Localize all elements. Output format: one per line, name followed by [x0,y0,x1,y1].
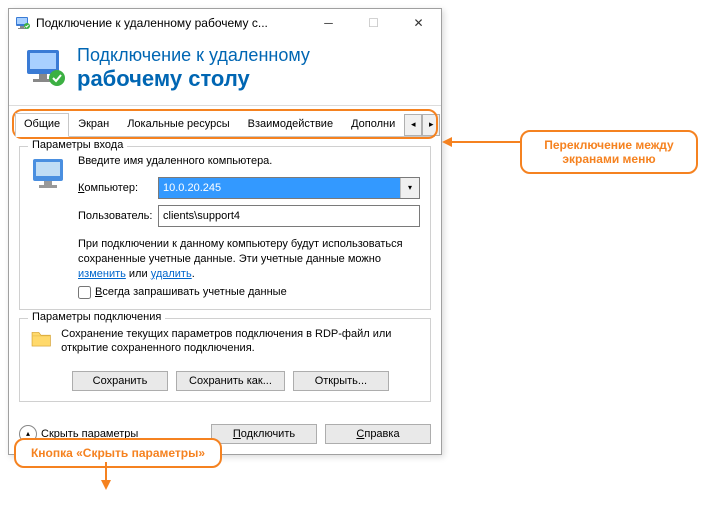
always-ask-label: Всегда запрашивать учетные данные [95,286,287,298]
save-as-button[interactable]: Сохранить как... [176,371,285,391]
connection-group: Параметры подключения Сохранение текущих… [19,318,431,402]
tab-experience[interactable]: Взаимодействие [239,113,342,137]
tabs-scroll-right[interactable]: ▸ [422,114,440,136]
titlebar: Подключение к удаленному рабочему с... ─… [9,9,441,37]
connection-text: Сохранение текущих параметров подключени… [61,327,420,357]
edit-creds-link[interactable]: изменить [78,268,126,280]
tab-content: Параметры входа Введите имя удаленного к… [9,137,441,418]
folder-icon [30,327,53,361]
save-button[interactable]: Сохранить [72,371,168,391]
tabs-scroll-left[interactable]: ◂ [404,114,422,136]
connection-group-title: Параметры подключения [28,311,165,323]
saved-creds-text: При подключении к данному компьютеру буд… [78,237,420,282]
user-input[interactable] [158,205,420,227]
logon-group-title: Параметры входа [28,139,127,151]
arrow-icon [442,132,522,152]
computer-combo[interactable]: ▾ [158,177,420,199]
monitor-icon [30,155,70,195]
help-button[interactable]: Справка [325,424,431,444]
header-banner: Подключение к удаленному рабочему столу [9,37,441,106]
tabs-row: Общие Экран Локальные ресурсы Взаимодейс… [15,112,435,137]
tab-local-resources[interactable]: Локальные ресурсы [118,113,238,137]
rdp-icon [23,46,67,90]
callout-hide: Кнопка «Скрыть параметры» [14,438,222,468]
header-line2: рабочему столу [77,66,310,91]
close-button[interactable]: ✕ [396,9,441,37]
logon-group: Параметры входа Введите имя удаленного к… [19,146,431,310]
user-label: Пользователь: [78,210,158,222]
app-icon [15,15,31,31]
always-ask-checkbox-row[interactable]: Всегда запрашивать учетные данные [78,286,420,299]
maximize-button[interactable]: ☐ [351,9,396,37]
tab-display[interactable]: Экран [69,113,118,137]
header-line1: Подключение к удаленному [77,45,310,66]
logon-intro: Введите имя удаленного компьютера. [78,155,420,167]
minimize-button[interactable]: ─ [306,9,351,37]
titlebar-text: Подключение к удаленному рабочему с... [36,16,306,30]
tab-general[interactable]: Общие [15,113,69,137]
computer-label: Компьютер: [78,182,158,194]
computer-input[interactable] [159,178,400,198]
callout-tabs: Переключение между экранами меню [520,130,698,174]
connect-button[interactable]: Подключить [211,424,317,444]
delete-creds-link[interactable]: удалить [151,268,192,280]
tab-advanced[interactable]: Дополни [342,113,404,137]
rdp-window: Подключение к удаленному рабочему с... ─… [8,8,442,455]
open-button[interactable]: Открыть... [293,371,389,391]
computer-dropdown-button[interactable]: ▾ [400,178,419,198]
always-ask-checkbox[interactable] [78,286,91,299]
